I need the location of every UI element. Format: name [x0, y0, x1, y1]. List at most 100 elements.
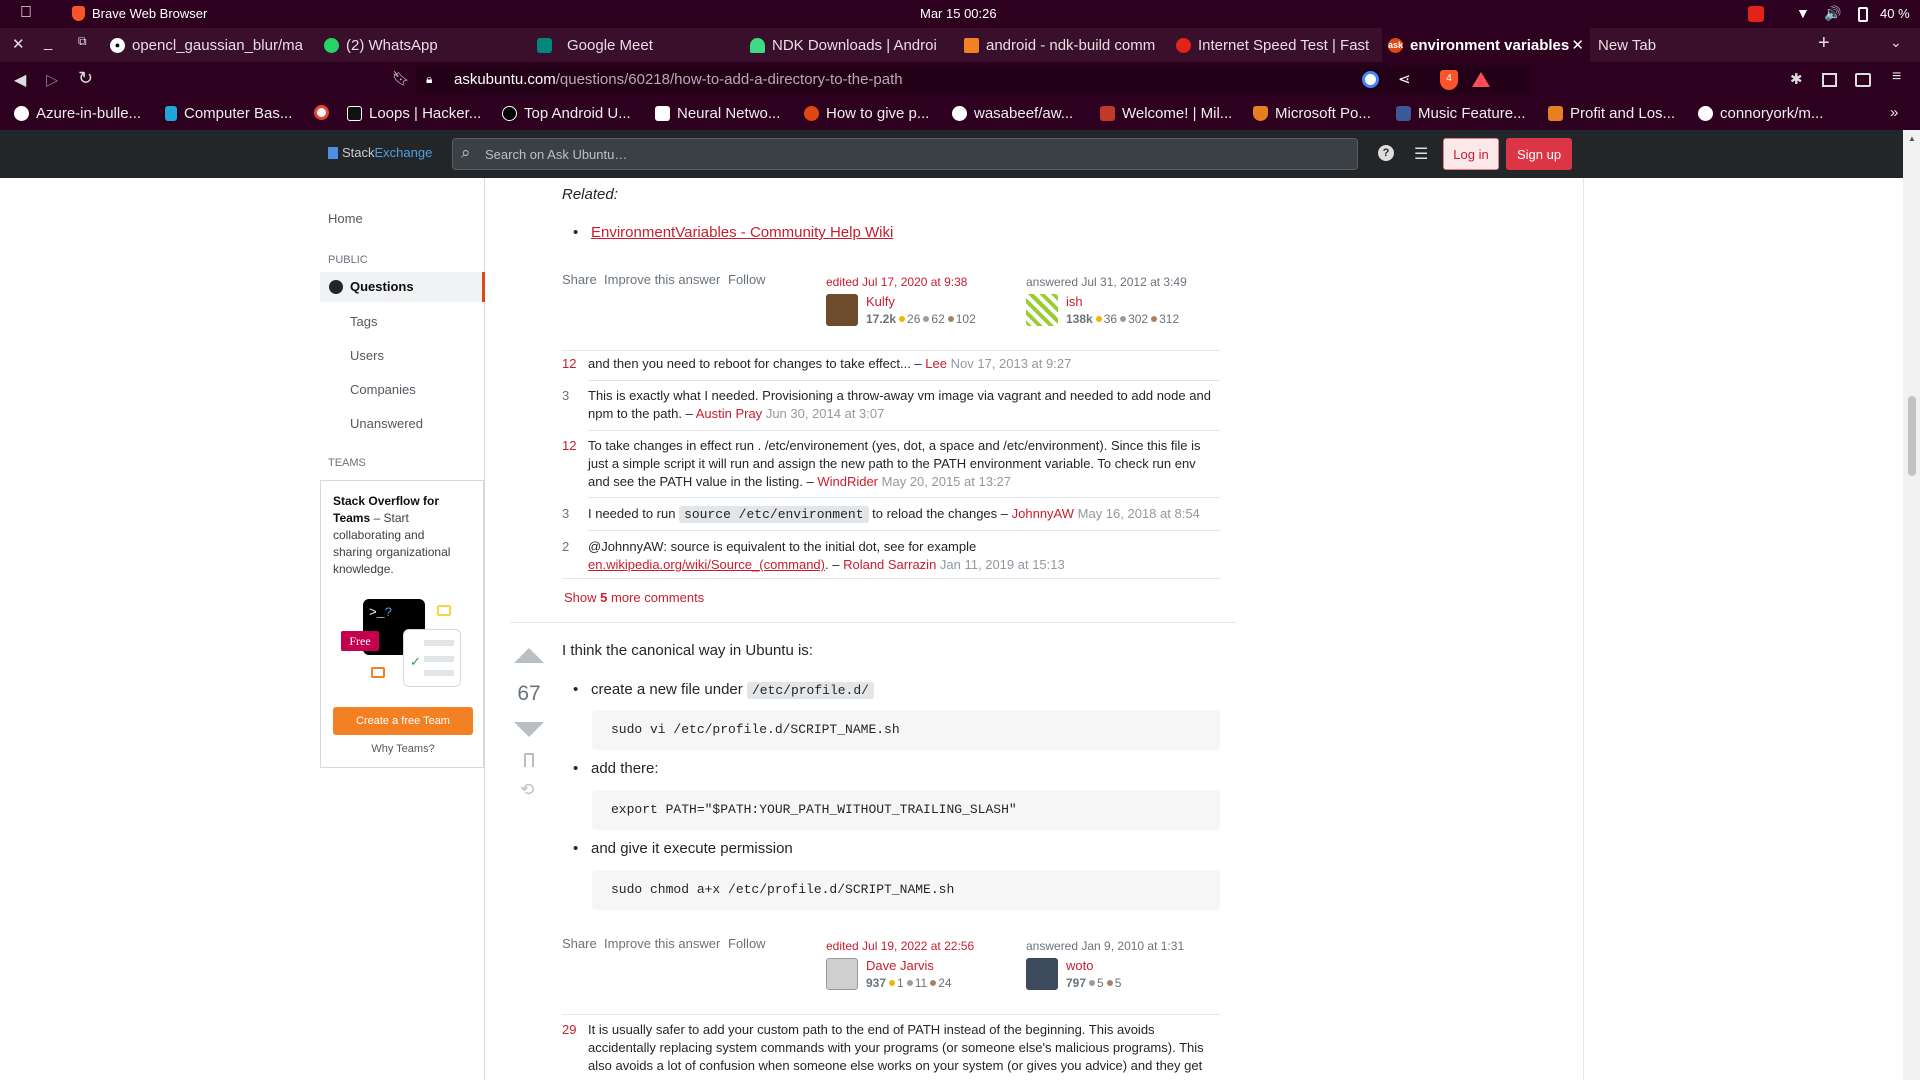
- tab-list-chevron-icon[interactable]: ⌄: [1890, 34, 1902, 51]
- share-link[interactable]: Share: [562, 272, 597, 287]
- new-tab-icon[interactable]: +: [1818, 32, 1830, 55]
- bookmark-azure[interactable]: Azure-in-bulle...: [14, 105, 141, 122]
- editor-name[interactable]: Kulfy: [866, 294, 895, 309]
- address-bar[interactable]: 🔒︎ askubuntu.com/questions/60218/how-to-…: [416, 65, 1530, 95]
- tab-ndk-build[interactable]: android - ndk-build comm: [964, 28, 1164, 62]
- wifi-icon[interactable]: ▼: [1796, 5, 1810, 21]
- tab-ndk-downloads[interactable]: NDK Downloads | Androi: [750, 28, 950, 62]
- brave-shields-icon[interactable]: 4: [1440, 70, 1458, 90]
- page-scrollbar[interactable]: ▲: [1903, 130, 1920, 1080]
- brave-rewards-icon[interactable]: [1472, 72, 1490, 87]
- avatar[interactable]: [1026, 958, 1058, 990]
- comment-user[interactable]: WindRider: [817, 474, 878, 489]
- editor-name[interactable]: Dave Jarvis: [866, 958, 934, 973]
- author-name[interactable]: ish: [1066, 294, 1083, 309]
- comment-user[interactable]: Lee: [925, 356, 947, 371]
- upvote-icon[interactable]: [514, 648, 544, 663]
- comment-user[interactable]: JohnnyAW: [1012, 506, 1074, 521]
- author-name[interactable]: woto: [1066, 958, 1093, 973]
- comment-link[interactable]: en.wikipedia.org/wiki/Source_(command): [588, 557, 825, 572]
- nav-tags[interactable]: Tags: [350, 314, 377, 329]
- avatar[interactable]: [826, 294, 858, 326]
- bookmark-microsoft[interactable]: Microsoft Po...: [1253, 105, 1371, 122]
- nav-unanswered[interactable]: Unanswered: [350, 416, 423, 431]
- downvote-icon[interactable]: [514, 722, 544, 737]
- comment-text: just a simple script it will run and ass…: [588, 456, 1196, 471]
- sidebar-toggle-icon[interactable]: [1822, 73, 1837, 87]
- clock[interactable]: Mar 15 00:26: [920, 6, 997, 21]
- nav-companies[interactable]: Companies: [350, 382, 416, 397]
- bookmark-wasabeef[interactable]: wasabeef/aw...: [952, 105, 1073, 122]
- forward-icon[interactable]: ▷: [46, 70, 58, 90]
- improve-link[interactable]: Improve this answer: [604, 936, 720, 951]
- share-icon[interactable]: ⋖: [1398, 70, 1411, 88]
- wallet-icon[interactable]: [1855, 73, 1871, 87]
- nav-users[interactable]: Users: [350, 348, 384, 363]
- avatar[interactable]: [826, 958, 858, 990]
- extensions-icon[interactable]: ✱: [1790, 70, 1803, 88]
- stackexchange-logo[interactable]: Stack Exchange: [328, 145, 432, 160]
- tab-speed-test[interactable]: Internet Speed Test | Fast: [1176, 28, 1376, 62]
- tab-google-meet[interactable]: Google Meet: [537, 28, 687, 62]
- bookmark-music-feature[interactable]: Music Feature...: [1396, 105, 1526, 122]
- scrollbar-thumb[interactable]: [1908, 396, 1916, 476]
- bookmark-hackerrank[interactable]: Loops | Hacker...: [347, 105, 481, 122]
- avatar[interactable]: [1026, 294, 1058, 326]
- tab-new-tab[interactable]: New Tab: [1598, 28, 1718, 62]
- back-icon[interactable]: ◀: [14, 70, 26, 90]
- bookmark-neural-networks[interactable]: Neural Netwo...: [655, 105, 780, 122]
- google-icon[interactable]: [1362, 71, 1379, 88]
- comment-date[interactable]: Jun 30, 2014 at 3:07: [766, 406, 885, 421]
- menu-icon[interactable]: ≡: [1892, 68, 1901, 86]
- comment-date[interactable]: Nov 17, 2013 at 9:27: [951, 356, 1072, 371]
- tab-environment-variables[interactable]: ask environment variables ✕: [1382, 28, 1590, 62]
- tab-whatsapp[interactable]: (2) WhatsApp: [324, 28, 474, 62]
- share-link[interactable]: Share: [562, 936, 597, 951]
- comment-date[interactable]: Jan 11, 2019 at 15:13: [940, 557, 1065, 572]
- search-input[interactable]: ⌕ Search on Ask Ubuntu…: [452, 138, 1358, 170]
- more-bookmarks-icon[interactable]: »: [1890, 104, 1898, 121]
- why-teams-link[interactable]: Why Teams?: [321, 743, 485, 755]
- restore-window-icon[interactable]: ⧉: [78, 34, 87, 49]
- bookmark-profit-loss[interactable]: Profit and Los...: [1548, 105, 1675, 122]
- comment-date[interactable]: May 20, 2015 at 13:27: [882, 474, 1011, 489]
- close-window-icon[interactable]: ✕: [12, 35, 25, 53]
- bookmark-icon[interactable]: [524, 753, 534, 767]
- comment-date[interactable]: May 16, 2018 at 8:54: [1078, 506, 1200, 521]
- bookmark-computer-basics[interactable]: Computer Bas...: [165, 105, 292, 122]
- login-button[interactable]: Log in: [1443, 138, 1499, 170]
- follow-link[interactable]: Follow: [728, 272, 766, 287]
- nav-questions[interactable]: Questions: [320, 272, 485, 302]
- related-link[interactable]: EnvironmentVariables - Community Help Wi…: [591, 224, 893, 241]
- site-switcher-icon[interactable]: ☰: [1414, 144, 1428, 164]
- bookmark-how-to-give[interactable]: How to give p...: [804, 105, 929, 122]
- nav-home[interactable]: Home: [328, 211, 363, 226]
- edited-timestamp[interactable]: edited Jul 19, 2022 at 22:56: [826, 939, 974, 953]
- bookmark-google[interactable]: [314, 105, 329, 120]
- bookmark-connoryork[interactable]: connoryork/m...: [1698, 105, 1823, 122]
- signup-button[interactable]: Sign up: [1506, 138, 1572, 170]
- bookmark-top-android[interactable]: Top Android U...: [502, 105, 631, 122]
- create-team-button[interactable]: Create a free Team: [333, 707, 473, 735]
- volume-icon[interactable]: 🔊: [1824, 5, 1841, 22]
- bookmark-welcome[interactable]: Welcome! | Mil...: [1100, 105, 1232, 122]
- apple-icon[interactable]: : [20, 4, 32, 22]
- edited-timestamp[interactable]: edited Jul 17, 2020 at 9:38: [826, 275, 967, 289]
- tab-opencl[interactable]: ● opencl_gaussian_blur/ma: [110, 28, 310, 62]
- improve-link[interactable]: Improve this answer: [604, 272, 720, 287]
- comment-user[interactable]: Roland Sarrazin: [843, 557, 936, 572]
- help-icon[interactable]: ?: [1378, 145, 1394, 161]
- scroll-up-icon[interactable]: ▲: [1908, 134, 1916, 143]
- close-tab-icon[interactable]: ✕: [1571, 36, 1584, 54]
- active-app-name[interactable]: Brave Web Browser: [92, 6, 207, 21]
- follow-link[interactable]: Follow: [728, 936, 766, 951]
- silver-badges: 5: [1097, 976, 1104, 990]
- minimize-window-icon[interactable]: _: [44, 34, 52, 51]
- reload-icon[interactable]: ↻: [78, 68, 93, 89]
- record-indicator-icon[interactable]: [1748, 6, 1764, 22]
- show-more-comments-link[interactable]: Show 5 more comments: [564, 590, 704, 605]
- bookmark-page-icon[interactable]: 🔖︎: [392, 70, 410, 87]
- comment-user[interactable]: Austin Pray: [696, 406, 762, 421]
- history-icon[interactable]: ⟲: [520, 780, 534, 800]
- battery-icon[interactable]: [1858, 7, 1868, 22]
